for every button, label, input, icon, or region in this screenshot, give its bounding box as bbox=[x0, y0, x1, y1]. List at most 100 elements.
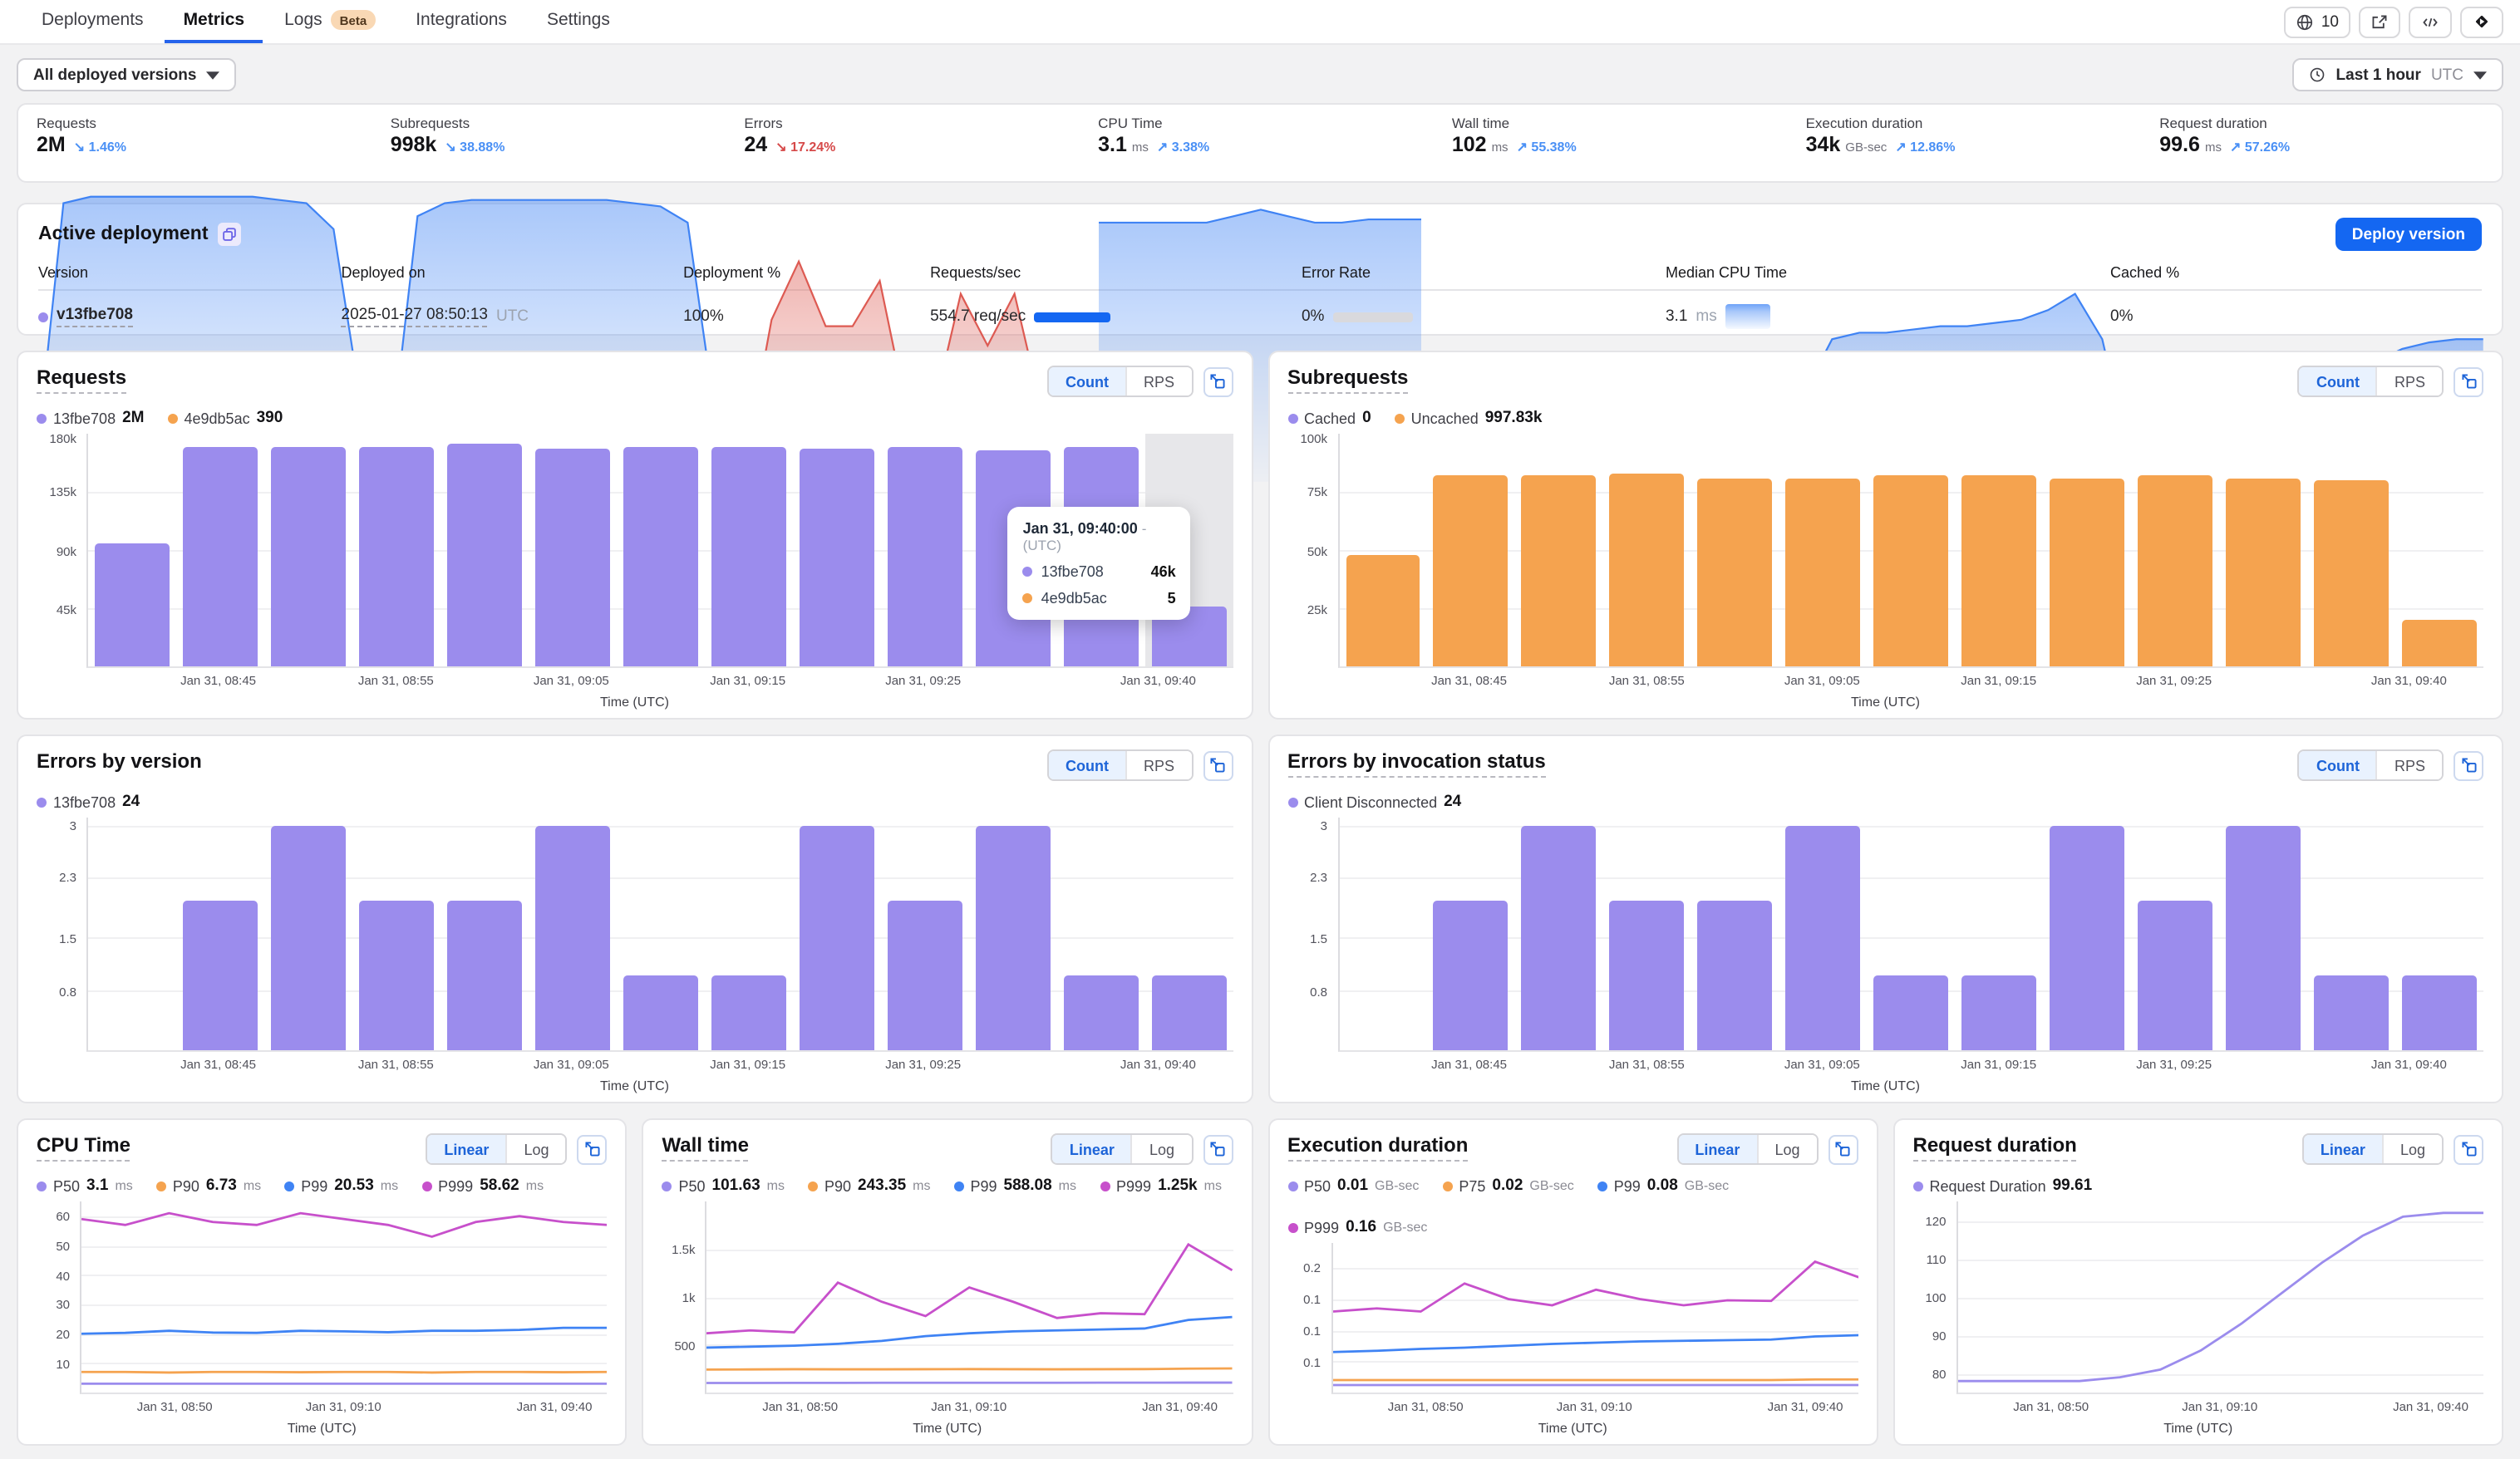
expand-icon[interactable] bbox=[1203, 366, 1233, 396]
toggle-rps[interactable]: RPS bbox=[1125, 367, 1191, 395]
beta-badge: Beta bbox=[330, 10, 377, 30]
bar bbox=[1521, 825, 1597, 1050]
legend-item[interactable]: P90 6.73 ms bbox=[155, 1177, 261, 1195]
expand-icon[interactable] bbox=[2454, 1134, 2483, 1164]
x-tick-label: Jan 31, 08:50 bbox=[1387, 1399, 1464, 1414]
toggle-linear[interactable]: Linear bbox=[1052, 1135, 1131, 1163]
legend-item[interactable]: Cached 0 bbox=[1287, 409, 1371, 427]
count-rps-toggle: Count RPS bbox=[1046, 366, 1193, 397]
bar-slot bbox=[1603, 434, 1691, 666]
globe-icon bbox=[2297, 13, 2313, 30]
code-editor-button[interactable] bbox=[2409, 6, 2452, 37]
series-dot-icon bbox=[37, 797, 47, 807]
globe-routes-button[interactable]: 10 bbox=[2284, 6, 2350, 37]
legend-series-value: 390 bbox=[256, 409, 283, 427]
toggle-count[interactable]: Count bbox=[1048, 751, 1125, 779]
version-cell[interactable]: v13fbe708 bbox=[38, 306, 342, 327]
stat-unit: ms bbox=[1491, 140, 1509, 155]
toggle-linear[interactable]: Linear bbox=[2303, 1135, 2382, 1163]
workers-playground-button[interactable] bbox=[2460, 6, 2503, 37]
x-tick-label: Jan 31, 09:40 bbox=[2370, 673, 2447, 688]
legend-item[interactable]: 4e9db5ac 390 bbox=[167, 409, 283, 427]
legend-item[interactable]: 13fbe708 24 bbox=[37, 793, 140, 811]
legend-series-name: 13fbe708 bbox=[53, 410, 116, 426]
toggle-log[interactable]: Log bbox=[505, 1135, 566, 1163]
legend-item[interactable]: P999 58.62 ms bbox=[421, 1177, 544, 1195]
x-tick-label: Jan 31, 08:45 bbox=[180, 673, 257, 688]
x-tick-label: Jan 31, 09:25 bbox=[2136, 1057, 2212, 1072]
bar bbox=[446, 900, 522, 1050]
legend-item[interactable]: P999 1.25k ms bbox=[1100, 1177, 1222, 1195]
toggle-rps[interactable]: RPS bbox=[2375, 751, 2442, 779]
time-range-dropdown[interactable]: Last 1 hour UTC bbox=[2292, 58, 2503, 91]
panel-requests: Requests Count RPS 13fbe708 2M 4e9db5ac 390… bbox=[17, 351, 1253, 720]
bar-slot bbox=[1691, 434, 1779, 666]
legend-item[interactable]: P99 20.53 ms bbox=[284, 1177, 398, 1195]
bar-slot bbox=[1956, 818, 2044, 1050]
bar bbox=[1609, 900, 1685, 1050]
stat-unit: GB-sec bbox=[1845, 140, 1888, 155]
toggle-linear[interactable]: Linear bbox=[1678, 1135, 1757, 1163]
x-tick-label: Jan 31, 09:25 bbox=[2136, 673, 2212, 688]
x-tick-label: Jan 31, 08:55 bbox=[1608, 673, 1685, 688]
tab-integrations[interactable]: Integrations bbox=[397, 0, 525, 43]
deployment-pct-cell: 100% bbox=[683, 307, 930, 326]
legend-item[interactable]: P90 243.35 ms bbox=[808, 1177, 931, 1195]
expand-icon[interactable] bbox=[577, 1134, 608, 1164]
expand-icon[interactable] bbox=[2454, 750, 2483, 780]
bar-slot bbox=[2131, 818, 2219, 1050]
toggle-count[interactable]: Count bbox=[2299, 367, 2376, 395]
col-median-cpu: Median CPU Time bbox=[1665, 264, 1788, 281]
legend-item[interactable]: P50 3.1 ms bbox=[37, 1177, 133, 1195]
tab-metrics[interactable]: Metrics bbox=[165, 0, 263, 43]
tab-settings[interactable]: Settings bbox=[529, 0, 628, 43]
toggle-log[interactable]: Log bbox=[1756, 1135, 1817, 1163]
bar-slot bbox=[1515, 818, 1603, 1050]
expand-icon[interactable] bbox=[1203, 1134, 1233, 1164]
workers-diamond-icon bbox=[2475, 15, 2488, 28]
series-dot-icon bbox=[421, 1181, 432, 1191]
bar bbox=[2226, 825, 2301, 1050]
open-external-button[interactable] bbox=[2359, 6, 2400, 37]
toggle-log[interactable]: Log bbox=[2381, 1135, 2442, 1163]
panel-title: Subrequests bbox=[1287, 366, 1409, 394]
cached-pct-cell: 0% bbox=[2110, 307, 2482, 326]
versions-dropdown[interactable]: All deployed versions bbox=[17, 58, 237, 91]
toggle-rps[interactable]: RPS bbox=[1125, 751, 1191, 779]
version-value[interactable]: v13fbe708 bbox=[57, 306, 133, 327]
bar bbox=[1697, 900, 1773, 1050]
expand-icon[interactable] bbox=[1828, 1134, 1858, 1164]
bar bbox=[270, 825, 346, 1050]
x-tick-label: Jan 31, 09:40 bbox=[1120, 1057, 1196, 1072]
stat-value: 102 bbox=[1451, 133, 1487, 156]
toggle-rps[interactable]: RPS bbox=[2375, 367, 2442, 395]
toggle-count[interactable]: Count bbox=[1048, 367, 1125, 395]
legend-item[interactable]: P50 101.63 ms bbox=[662, 1177, 785, 1195]
legend-item[interactable]: P999 0.16 GB-sec bbox=[1287, 1218, 1427, 1236]
legend-item[interactable]: P50 0.01 GB-sec bbox=[1287, 1177, 1419, 1195]
series-dot-icon bbox=[37, 1181, 47, 1191]
bar bbox=[534, 449, 610, 666]
deploy-version-button[interactable]: Deploy version bbox=[2335, 218, 2482, 251]
legend-series-value: 24 bbox=[1444, 793, 1462, 811]
legend-item[interactable]: Uncached 997.83k bbox=[1394, 409, 1542, 427]
y-tick-label: 500 bbox=[674, 1339, 696, 1353]
tab-logs[interactable]: Logs Beta bbox=[266, 0, 394, 43]
legend-series-value: 20.53 bbox=[334, 1177, 374, 1195]
bar-slot bbox=[1144, 818, 1233, 1050]
legend-item[interactable]: 13fbe708 2M bbox=[37, 409, 145, 427]
legend-item[interactable]: P75 0.02 GB-sec bbox=[1442, 1177, 1574, 1195]
tab-deployments[interactable]: Deployments bbox=[23, 0, 162, 43]
legend-item[interactable]: P99 588.08 ms bbox=[953, 1177, 1076, 1195]
expand-icon[interactable] bbox=[2454, 366, 2483, 396]
legend-item[interactable]: Request Duration 99.61 bbox=[1912, 1177, 2092, 1195]
median-cpu-cell: 3.1 ms bbox=[1666, 304, 2110, 329]
legend-item[interactable]: Client Disconnected 24 bbox=[1287, 793, 1461, 811]
legend-series-unit: GB-sec bbox=[1684, 1178, 1730, 1193]
bar bbox=[1346, 554, 1420, 666]
toggle-count[interactable]: Count bbox=[2299, 751, 2376, 779]
legend-item[interactable]: P99 0.08 GB-sec bbox=[1597, 1177, 1729, 1195]
toggle-linear[interactable]: Linear bbox=[427, 1135, 506, 1163]
toggle-log[interactable]: Log bbox=[1130, 1135, 1191, 1163]
expand-icon[interactable] bbox=[1203, 750, 1233, 780]
